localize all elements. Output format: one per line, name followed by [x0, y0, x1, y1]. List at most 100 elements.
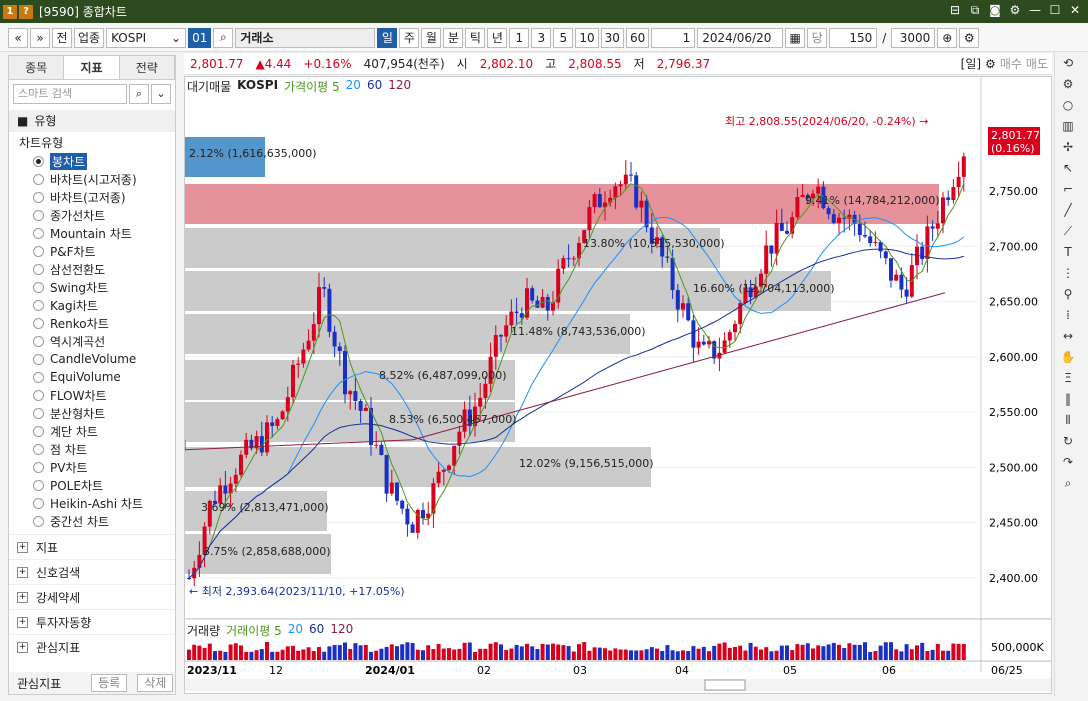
radio-icon[interactable] — [33, 335, 44, 347]
radio-icon[interactable] — [33, 155, 44, 167]
chart-type-item[interactable]: 점 차트 — [9, 440, 175, 458]
radio-icon[interactable] — [33, 479, 44, 491]
expand-icon[interactable]: + — [17, 591, 28, 603]
code-button[interactable]: 01 — [188, 27, 212, 48]
scrollbar[interactable] — [185, 679, 1051, 691]
radio-icon[interactable] — [33, 317, 44, 329]
radio-icon[interactable] — [33, 461, 44, 473]
period-tick[interactable]: 틱 — [465, 27, 486, 48]
collapse-icon[interactable]: ⌄ — [151, 84, 171, 104]
radio-icon[interactable] — [33, 425, 44, 437]
screen-number-badge[interactable]: 1 — [3, 4, 17, 19]
hand-icon[interactable]: ✋ — [1058, 347, 1078, 367]
radio-icon[interactable] — [33, 407, 44, 419]
tree-chart-type[interactable]: 차트유형 — [9, 134, 175, 152]
total-input[interactable]: 3000 — [891, 27, 936, 48]
chart-type-icon[interactable]: ▥ — [1058, 116, 1078, 136]
chart-type-item[interactable]: EquiVolume — [9, 368, 175, 386]
chart-type-item[interactable]: POLE차트 — [9, 476, 175, 494]
radio-icon[interactable] — [33, 173, 44, 185]
redo-icon[interactable]: ↷ — [1058, 452, 1078, 472]
radio-icon[interactable] — [33, 209, 44, 221]
indicator-icon[interactable]: ⋮ — [1058, 263, 1078, 283]
chart-type-item[interactable]: 역시계곡선 — [9, 332, 175, 350]
interval-60[interactable]: 60 — [625, 27, 650, 48]
chart-type-item[interactable]: Renko차트 — [9, 314, 175, 332]
chart-type-item[interactable]: Heikin-Ashi 차트 — [9, 494, 175, 512]
bars-icon[interactable]: ‖ — [1058, 389, 1078, 409]
radio-icon[interactable] — [33, 389, 44, 401]
period-year[interactable]: 년 — [487, 27, 508, 48]
expand-icon[interactable]: + — [17, 566, 28, 578]
chart-settings-icon[interactable]: ⚙ — [985, 57, 996, 71]
radio-icon[interactable] — [33, 371, 44, 383]
history-button[interactable]: 전 — [52, 27, 72, 48]
window-copy-icon[interactable]: ⧉ — [968, 3, 982, 18]
zoom-icon[interactable]: ⚲ — [1058, 284, 1078, 304]
window-link-icon[interactable]: ⊟ — [948, 3, 962, 18]
radio-icon[interactable] — [33, 353, 44, 365]
camera-icon[interactable]: ◙ — [988, 3, 1002, 18]
zoom-in-icon[interactable]: ⊕ — [937, 27, 958, 48]
refresh-icon[interactable]: ⟲ — [1058, 53, 1078, 73]
register-button[interactable]: 등록 — [91, 674, 128, 692]
circle-icon[interactable]: ○ — [1058, 95, 1078, 115]
pan-icon[interactable]: ↔ — [1058, 326, 1078, 346]
radio-icon[interactable] — [33, 191, 44, 203]
chart-type-item[interactable]: P&F차트 — [9, 242, 175, 260]
interval-3[interactable]: 3 — [531, 27, 552, 48]
next-button[interactable]: » — [30, 27, 50, 48]
period-day[interactable]: 일 — [377, 27, 398, 48]
market-select[interactable]: KOSPI ⌄ — [106, 27, 187, 48]
chart-type-item[interactable]: 중간선 차트 — [9, 512, 175, 530]
chart-type-item[interactable]: 분산형차트 — [9, 404, 175, 422]
chart-type-item[interactable]: 삼선전환도 — [9, 260, 175, 278]
interval-10[interactable]: 10 — [575, 27, 599, 48]
period-month[interactable]: 월 — [421, 27, 442, 48]
cursor-icon[interactable]: ↖ — [1058, 158, 1078, 178]
bullet-icon[interactable]: ⁞ — [1058, 305, 1078, 325]
settings-icon[interactable]: ⚙ — [1008, 3, 1022, 18]
text-icon[interactable]: T — [1058, 242, 1078, 262]
interval-5[interactable]: 5 — [553, 27, 574, 48]
chart-type-item[interactable]: 바차트(시고저종) — [9, 170, 175, 188]
magnet-icon[interactable]: ⌐ — [1058, 179, 1078, 199]
chart-type-item[interactable]: 봉차트 — [9, 152, 175, 170]
chart-type-item[interactable]: 종가선차트 — [9, 206, 175, 224]
chart-type-item[interactable]: Swing차트 — [9, 278, 175, 296]
help-icon[interactable]: ? — [19, 4, 33, 19]
expand-icon[interactable]: + — [17, 616, 28, 628]
radio-icon[interactable] — [33, 245, 44, 257]
grid-icon[interactable]: ⦀ — [1058, 410, 1078, 430]
unit-input[interactable]: 1 — [651, 27, 696, 48]
chart-type-item[interactable]: 바차트(고저종) — [9, 188, 175, 206]
indicator-group[interactable]: + 투자자동향 — [9, 609, 175, 634]
chart-type-item[interactable]: CandleVolume — [9, 350, 175, 368]
minimize-icon[interactable]: — — [1028, 3, 1042, 18]
crosshair-icon[interactable]: ✢ — [1058, 137, 1078, 157]
chart-area[interactable]: 2,750.00 2,700.00 2,650.00 2,600.00 2,550.00… — [184, 76, 1052, 694]
chart-type-item[interactable]: Kagi차트 — [9, 296, 175, 314]
calendar-icon[interactable]: ▦ — [785, 27, 806, 48]
radio-icon[interactable] — [33, 281, 44, 293]
auto-line-icon[interactable]: ⟋ — [1058, 221, 1078, 241]
buy-button[interactable]: 매수 — [1000, 55, 1022, 72]
tab-indicator[interactable]: 지표 — [64, 56, 120, 79]
radio-icon[interactable] — [33, 227, 44, 239]
sell-button[interactable]: 매도 — [1026, 55, 1048, 72]
indicator-group[interactable]: + 강세약세 — [9, 584, 175, 609]
close-icon[interactable]: ✕ — [1068, 3, 1082, 18]
indicator-group[interactable]: + 지표 — [9, 534, 175, 559]
delete-button[interactable]: 삭제 — [137, 674, 174, 692]
chart-type-item[interactable]: FLOW차트 — [9, 386, 175, 404]
radio-icon[interactable] — [33, 515, 44, 527]
line-icon[interactable]: ╱ — [1058, 200, 1078, 220]
search-icon[interactable]: ⌕ — [129, 84, 149, 104]
count-input[interactable]: 150 — [829, 27, 878, 48]
tab-stock[interactable]: 종목 — [9, 56, 65, 79]
section-type[interactable]: ■ 유형 — [9, 110, 175, 132]
rotate-icon[interactable]: ↻ — [1058, 431, 1078, 451]
interval-1[interactable]: 1 — [509, 27, 530, 48]
smart-search-input[interactable]: 스마트 검색 — [13, 84, 127, 104]
period-minute[interactable]: 분 — [443, 27, 464, 48]
